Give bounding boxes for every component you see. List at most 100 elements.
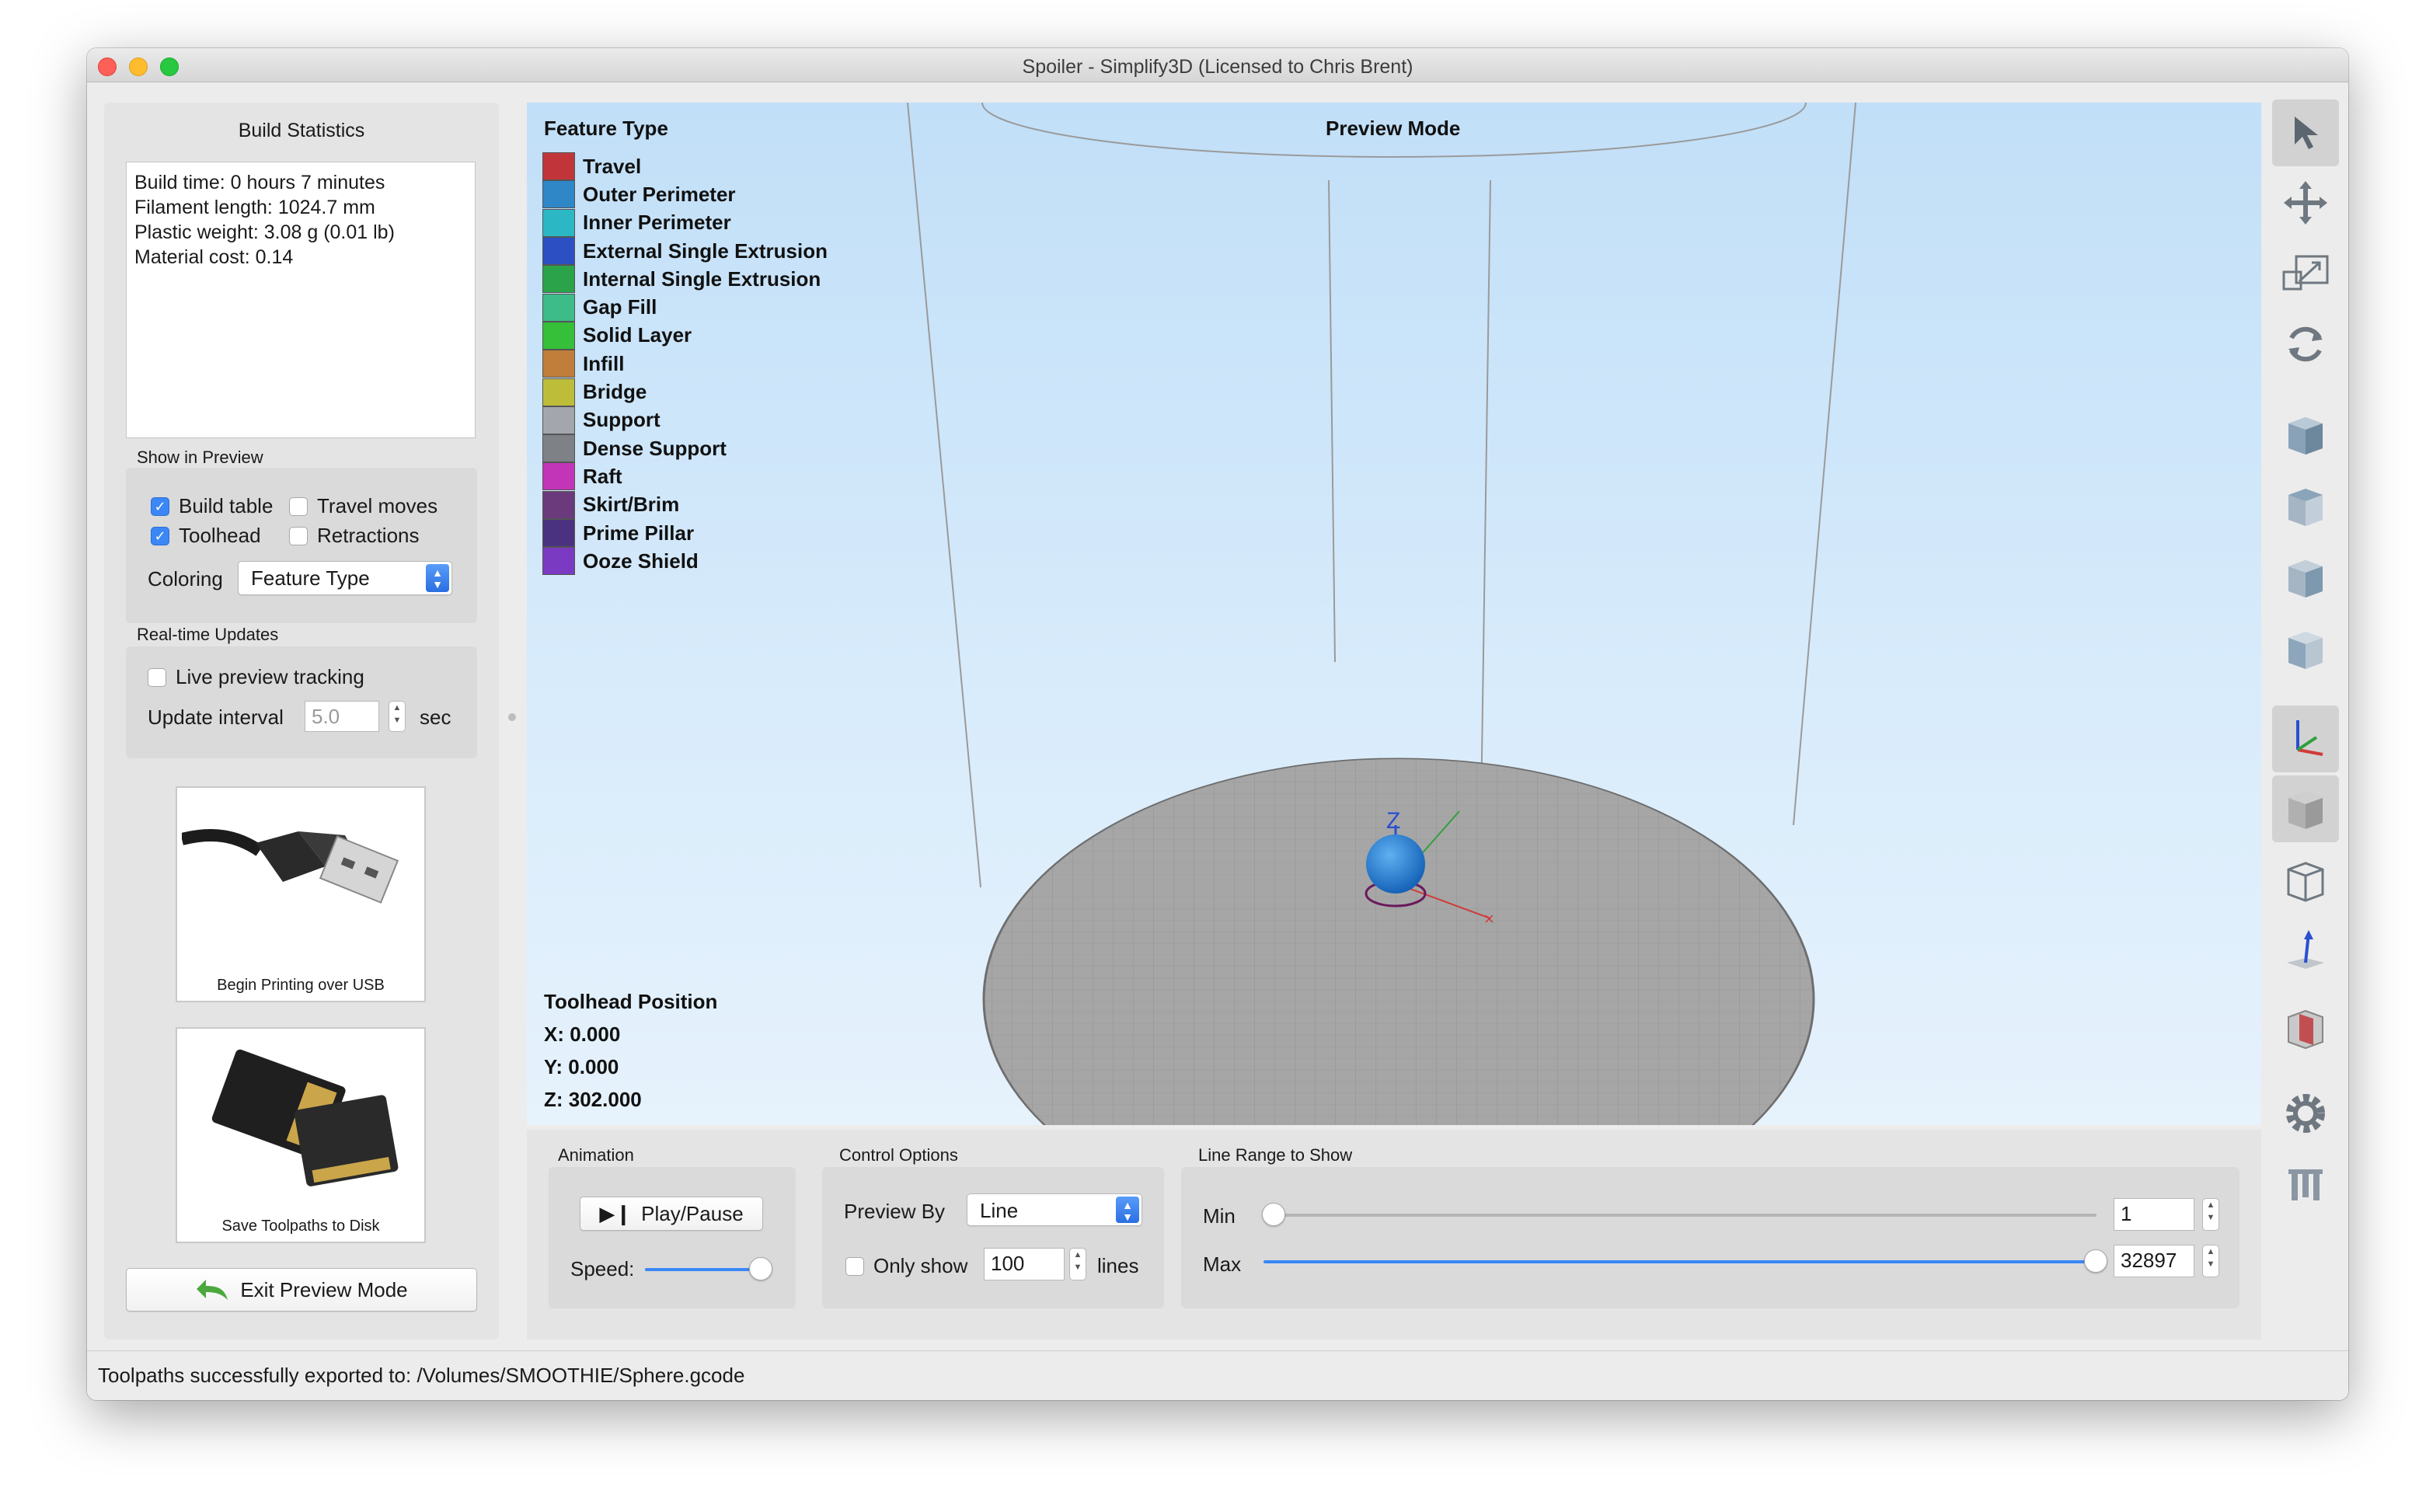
legend-item-inner-perimeter: Inner Perimeter: [542, 208, 828, 237]
max-line-stepper[interactable]: ▲ ▼: [2202, 1245, 2219, 1277]
travel-moves-checkbox[interactable]: Travel moves: [289, 494, 437, 518]
only-show-lines-stepper[interactable]: ▲ ▼: [1069, 1248, 1086, 1280]
legend-item-dense-support: Dense Support: [542, 434, 828, 463]
toolhead-z: Z: 302.000: [544, 1088, 642, 1111]
legend-item-infill: Infill: [542, 350, 828, 378]
exit-preview-mode-button[interactable]: Exit Preview Mode: [126, 1268, 477, 1312]
update-interval-input[interactable]: 5.0: [305, 701, 379, 732]
toolhead-position-title: Toolhead Position: [544, 990, 718, 1013]
only-show-lines-input[interactable]: 100: [984, 1248, 1065, 1280]
live-preview-tracking-checkbox[interactable]: Live preview tracking: [148, 665, 364, 689]
legend-item-solid-layer: Solid Layer: [542, 321, 828, 350]
legend-label: Solid Layer: [583, 323, 692, 347]
checkbox-box: [289, 526, 308, 545]
checkbox-box: [845, 1256, 864, 1276]
window-title: Spoiler - Simplify3D (Licensed to Chris …: [1022, 56, 1413, 78]
solid-view-icon[interactable]: [2272, 775, 2339, 842]
legend-swatch: [542, 265, 575, 294]
rotate-icon[interactable]: [2272, 311, 2339, 378]
right-toolbar: [2266, 92, 2348, 1344]
wireframe-view-icon[interactable]: [2272, 847, 2339, 914]
checkbox-box: [289, 496, 308, 516]
legend-item-prime-pillar: Prime Pillar: [542, 519, 828, 547]
speed-slider-track[interactable]: [645, 1268, 762, 1271]
view-back-icon[interactable]: [2272, 615, 2339, 682]
axes-icon[interactable]: [2272, 705, 2339, 772]
legend-label: Dense Support: [583, 436, 727, 460]
chevron-up-down-icon: ▲ ▼: [426, 564, 449, 592]
cross-section-icon[interactable]: [2272, 995, 2339, 1061]
legend-label: Ooze Shield: [583, 549, 699, 573]
view-front-icon[interactable]: [2272, 401, 2339, 468]
min-label: Min: [1203, 1204, 1236, 1228]
legend-item-bridge: Bridge: [542, 378, 828, 406]
legend-swatch: [542, 519, 575, 547]
select-pointer-icon[interactable]: [2272, 99, 2339, 166]
play-pause-button[interactable]: ▶❙ Play/Pause: [580, 1197, 763, 1231]
feature-type-legend: Travel Outer Perimeter Inner Perimeter E…: [542, 152, 828, 576]
preview-by-select[interactable]: Line ▲ ▼: [967, 1193, 1142, 1226]
scale-icon[interactable]: [2272, 239, 2339, 306]
coloring-select[interactable]: Feature Type ▲ ▼: [238, 561, 452, 595]
view-top-icon[interactable]: [2272, 472, 2339, 539]
speed-slider-knob[interactable]: [749, 1257, 772, 1280]
build-table-label: Build table: [179, 494, 274, 517]
legend-label: Skirt/Brim: [583, 493, 680, 517]
min-slider-knob[interactable]: [1262, 1203, 1285, 1226]
checkmark-icon: ✓: [151, 526, 169, 545]
show-in-preview-label: Show in Preview: [137, 448, 263, 467]
move-icon[interactable]: [2272, 169, 2339, 236]
update-interval-unit: sec: [420, 705, 451, 729]
legend-swatch: [542, 180, 575, 209]
legend-label: Support: [583, 408, 661, 432]
z-axis-glyph: Z: [1386, 808, 1400, 834]
legend-label: Outer Perimeter: [583, 182, 736, 206]
x-axis-glyph: ×: [1484, 909, 1494, 928]
travel-moves-label: Travel moves: [317, 494, 438, 517]
legend-swatch: [542, 321, 575, 350]
retractions-label: Retractions: [317, 524, 420, 547]
legend-item-outer-perimeter: Outer Perimeter: [542, 180, 828, 209]
preview-viewport[interactable]: × Z Feature Type Preview Mode Travel Out…: [527, 103, 2261, 1125]
preview-mode-title: Preview Mode: [1326, 117, 1461, 140]
max-line-input[interactable]: 32897: [2114, 1245, 2194, 1277]
update-interval-stepper[interactable]: ▲ ▼: [389, 701, 406, 732]
lines-label: lines: [1097, 1254, 1139, 1277]
toolhead-checkbox[interactable]: ✓ Toolhead: [151, 524, 261, 548]
support-structures-icon[interactable]: [2272, 1150, 2339, 1217]
view-side-icon[interactable]: [2272, 544, 2339, 611]
min-line-stepper[interactable]: ▲ ▼: [2202, 1198, 2219, 1231]
play-pause-label: Play/Pause: [641, 1201, 744, 1225]
line-range-label: Line Range to Show: [1198, 1145, 1353, 1165]
left-panel: Build Statistics Build time: 0 hours 7 m…: [104, 103, 499, 1340]
min-slider-track[interactable]: [1270, 1214, 2097, 1217]
status-text: Toolpaths successfully exported to: /Vol…: [98, 1364, 745, 1387]
only-show-checkbox[interactable]: Only show: [845, 1254, 967, 1278]
legend-label: External Single Extrusion: [583, 239, 828, 263]
retractions-checkbox[interactable]: Retractions: [289, 524, 420, 548]
coloring-value: Feature Type: [251, 566, 370, 590]
legend-item-ooze-shield: Ooze Shield: [542, 547, 828, 576]
chevron-up-down-icon: ▲ ▼: [1116, 1197, 1139, 1223]
panel-splitter-handle[interactable]: [508, 713, 516, 721]
min-line-input[interactable]: 1: [2114, 1198, 2194, 1231]
legend-swatch: [542, 490, 575, 519]
legend-item-external-single-extrusion: External Single Extrusion: [542, 237, 828, 266]
begin-printing-usb-button[interactable]: Begin Printing over USB: [176, 786, 426, 1002]
build-table-checkbox[interactable]: ✓ Build table: [151, 494, 273, 518]
preview-by-value: Line: [980, 1199, 1019, 1222]
only-show-label: Only show: [873, 1254, 968, 1277]
legend-label: Travel: [583, 154, 642, 178]
legend-swatch: [542, 462, 575, 491]
show-in-preview-group: ✓ Build table Travel moves ✓ Toolhead Re…: [126, 468, 477, 623]
checkmark-icon: ✓: [151, 496, 169, 516]
legend-item-raft: Raft: [542, 462, 828, 491]
settings-gear-icon[interactable]: [2272, 1080, 2339, 1147]
max-slider-knob[interactable]: [2084, 1249, 2107, 1273]
legend-label: Bridge: [583, 380, 647, 404]
save-toolpaths-disk-button[interactable]: Save Toolpaths to Disk: [176, 1027, 426, 1243]
normals-icon[interactable]: [2272, 917, 2339, 984]
max-slider-track[interactable]: [1264, 1260, 2090, 1263]
legend-item-internal-single-extrusion: Internal Single Extrusion: [542, 265, 828, 294]
control-options-group: Preview By Line ▲ ▼ Only show 100 ▲ ▼ line…: [822, 1167, 1164, 1308]
